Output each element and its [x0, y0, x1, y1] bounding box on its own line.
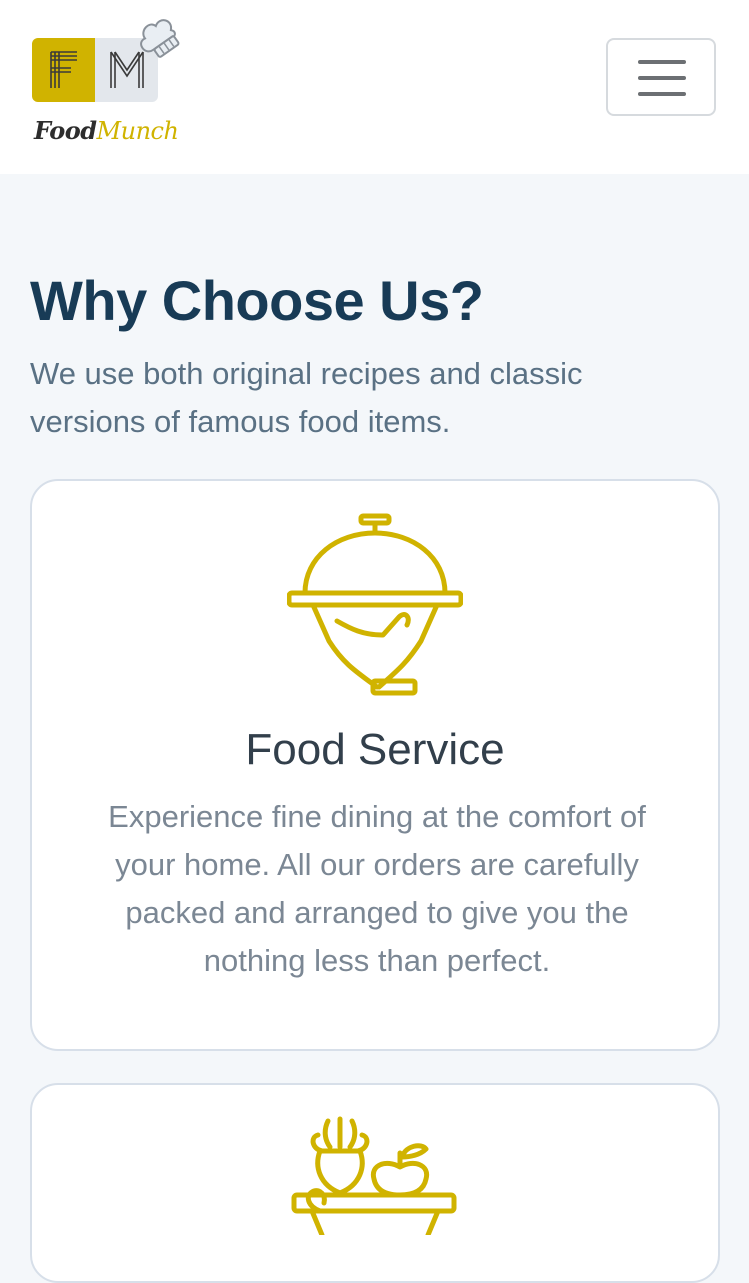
navbar: F M Foo	[0, 0, 749, 174]
logo-f-striped-icon	[49, 51, 77, 88]
card-text: Experience fine dining at the comfort of…	[108, 799, 646, 978]
food-service-cloche-icon	[287, 513, 463, 696]
logo-wordmark-munch: Munch	[96, 117, 179, 145]
logo-wordmark: FoodMunch	[34, 116, 179, 145]
navbar-toggle-button[interactable]	[606, 38, 716, 116]
chef-hat-icon	[140, 19, 180, 58]
section-title: Why Choose Us?	[30, 269, 484, 332]
reason-card-fresh-food	[30, 1083, 720, 1283]
fresh-produce-basket-icon	[291, 1116, 457, 1235]
section-description: We use both original recipes and classic…	[30, 356, 583, 439]
logo-wordmark-food: Food	[34, 116, 97, 145]
card-title: Food Service	[245, 725, 505, 774]
logo-mark-f: F	[32, 38, 95, 102]
reason-card-food-service: Food Service Experience fine dining at t…	[30, 479, 720, 1051]
foodmunch-logo[interactable]: F M Foo	[30, 14, 190, 154]
